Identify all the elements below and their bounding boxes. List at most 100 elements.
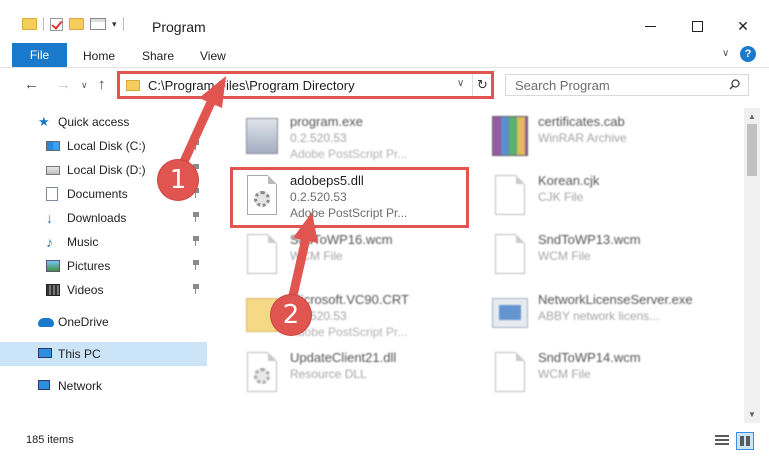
file-type: WCM File <box>538 367 591 381</box>
file-description: Adobe PostScript Pr... <box>290 147 408 161</box>
file-icon <box>490 175 530 219</box>
highlight-box <box>230 167 469 228</box>
recent-locations-icon[interactable]: ∨ <box>81 80 88 91</box>
file-name: Korean.cjk <box>538 173 600 188</box>
customize-toolbar-icon[interactable]: ▾ <box>112 19 117 30</box>
file-item[interactable]: SndToWP14.wcm WCM File <box>480 346 730 404</box>
file-item[interactable]: certificates.cab WinRAR Archive <box>480 110 730 168</box>
sidebar-item-downloads[interactable]: ↓ Downloads <box>0 206 207 230</box>
file-item[interactable]: NetworkLicenseServer.exe ABBY network li… <box>480 288 730 346</box>
downloads-icon: ↓ <box>46 210 53 226</box>
file-item[interactable]: Korean.cjk CJK File <box>480 169 730 227</box>
ribbon-tabs: File Home Share View ∨ ? <box>0 42 769 68</box>
expand-ribbon-icon[interactable]: ∨ <box>722 48 729 59</box>
file-type: WCM File <box>538 249 591 263</box>
sidebar-item-music[interactable]: ♪ Music <box>0 230 207 254</box>
tab-share[interactable]: Share <box>142 49 174 63</box>
quick-access-toolbar: ▾ <box>22 17 124 31</box>
file-type: CJK File <box>538 190 584 204</box>
file-icon <box>490 234 530 278</box>
scrollbar-thumb[interactable] <box>747 124 757 176</box>
sidebar-item-this-pc[interactable]: This PC <box>0 342 207 366</box>
star-icon: ★ <box>38 114 50 129</box>
file-name: SndToWP14.wcm <box>538 350 641 365</box>
pin-icon <box>192 260 200 270</box>
pc-icon <box>38 348 52 358</box>
file-tab[interactable]: File <box>12 43 67 67</box>
search-placeholder: Search Program <box>515 78 610 93</box>
sidebar-item-label: Downloads <box>67 211 127 225</box>
sidebar-item-videos[interactable]: Videos <box>0 278 207 302</box>
sidebar-item-network[interactable]: Network <box>0 374 207 398</box>
tab-home[interactable]: Home <box>83 49 115 63</box>
file-type: Resource DLL <box>290 367 367 381</box>
pictures-icon <box>46 260 60 272</box>
file-list: program.exe 0.2.520.53 Adobe PostScript … <box>222 108 742 424</box>
help-icon[interactable]: ? <box>740 46 756 62</box>
details-view-icon[interactable] <box>715 435 729 447</box>
toolbar-separator <box>122 17 124 31</box>
large-icons-view-icon[interactable] <box>736 432 754 450</box>
file-item[interactable]: program.exe 0.2.520.53 Adobe PostScript … <box>232 110 482 168</box>
search-input[interactable]: Search Program <box>505 74 749 96</box>
network-icon <box>38 380 50 390</box>
file-type: WCM File <box>290 249 343 263</box>
file-item[interactable]: UpdateClient21.dll Resource DLL <box>232 346 482 404</box>
sidebar-item-pictures[interactable]: Pictures <box>0 254 207 278</box>
sidebar-item-label: Local Disk (D:) <box>67 163 146 177</box>
drive-icon <box>46 166 60 175</box>
properties-check-icon[interactable] <box>50 17 63 31</box>
sidebar-item-quick-access[interactable]: ★ Quick access <box>0 110 207 134</box>
vertical-scrollbar[interactable]: ▲ ▼ <box>744 108 760 423</box>
navigation-pane: ★ Quick access Local Disk (C:) Local Dis… <box>0 108 207 423</box>
file-description: ABBY network licens... <box>538 309 660 323</box>
properties-icon[interactable] <box>90 18 106 30</box>
address-bar[interactable]: C:\Program Files\Program Directory ∨ ↻ <box>117 71 494 99</box>
address-history-icon[interactable]: ∨ <box>457 78 464 89</box>
file-name: NetworkLicenseServer.exe <box>538 292 693 307</box>
file-description: Adobe PostScript Pr... <box>290 325 408 339</box>
sidebar-item-label: Videos <box>67 283 104 297</box>
file-item[interactable]: Microsoft.VC90.CRT 0.2.520.53 Adobe Post… <box>232 288 482 346</box>
file-item[interactable]: SndToWP16.wcm WCM File <box>232 228 482 286</box>
new-folder-icon[interactable] <box>69 18 84 30</box>
archive-icon <box>490 116 530 160</box>
file-name: certificates.cab <box>538 114 625 129</box>
refresh-icon[interactable]: ↻ <box>472 74 492 96</box>
sidebar-item-label: OneDrive <box>58 315 109 329</box>
sidebar-item-label: Network <box>58 379 103 393</box>
sidebar-item-label: Documents <box>67 187 128 201</box>
window-title: Program <box>152 19 206 35</box>
up-arrow-icon[interactable]: ↑ <box>98 76 106 93</box>
file-version: 0.2.520.53 <box>290 131 347 145</box>
file-item[interactable]: SndToWP13.wcm WCM File <box>480 228 730 286</box>
pin-icon <box>192 212 200 222</box>
step-2-badge: 2 <box>271 295 311 335</box>
sidebar-item-label: Music <box>67 235 99 249</box>
title-bar: ▾ Program ✕ <box>0 0 769 42</box>
maximize-button[interactable] <box>674 12 720 40</box>
music-icon: ♪ <box>46 234 53 250</box>
sidebar-item-local-disk-c[interactable]: Local Disk (C:) <box>0 134 207 158</box>
sidebar-item-label: Pictures <box>67 259 111 273</box>
scroll-up-icon[interactable]: ▲ <box>748 112 756 121</box>
tab-view[interactable]: View <box>200 49 226 63</box>
search-icon <box>729 79 740 90</box>
folder-icon <box>126 80 140 91</box>
pin-icon <box>192 236 200 246</box>
address-path[interactable]: C:\Program Files\Program Directory <box>148 78 355 93</box>
file-name: UpdateClient21.dll <box>290 350 397 365</box>
pin-icon <box>192 284 200 294</box>
documents-icon <box>46 187 58 201</box>
file-name: SndToWP13.wcm <box>538 232 641 247</box>
sidebar-item-onedrive[interactable]: OneDrive <box>0 310 207 334</box>
scroll-down-icon[interactable]: ▼ <box>748 410 756 419</box>
navigation-bar: ← → ∨ ↑ C:\Program Files\Program Directo… <box>0 68 769 102</box>
videos-icon <box>46 284 60 296</box>
file-icon <box>242 234 282 278</box>
back-arrow-icon[interactable]: ← <box>24 76 39 93</box>
forward-arrow-icon[interactable]: → <box>56 76 71 93</box>
dll-icon <box>242 352 282 396</box>
minimize-button[interactable] <box>628 12 674 40</box>
close-button[interactable]: ✕ <box>720 12 766 40</box>
